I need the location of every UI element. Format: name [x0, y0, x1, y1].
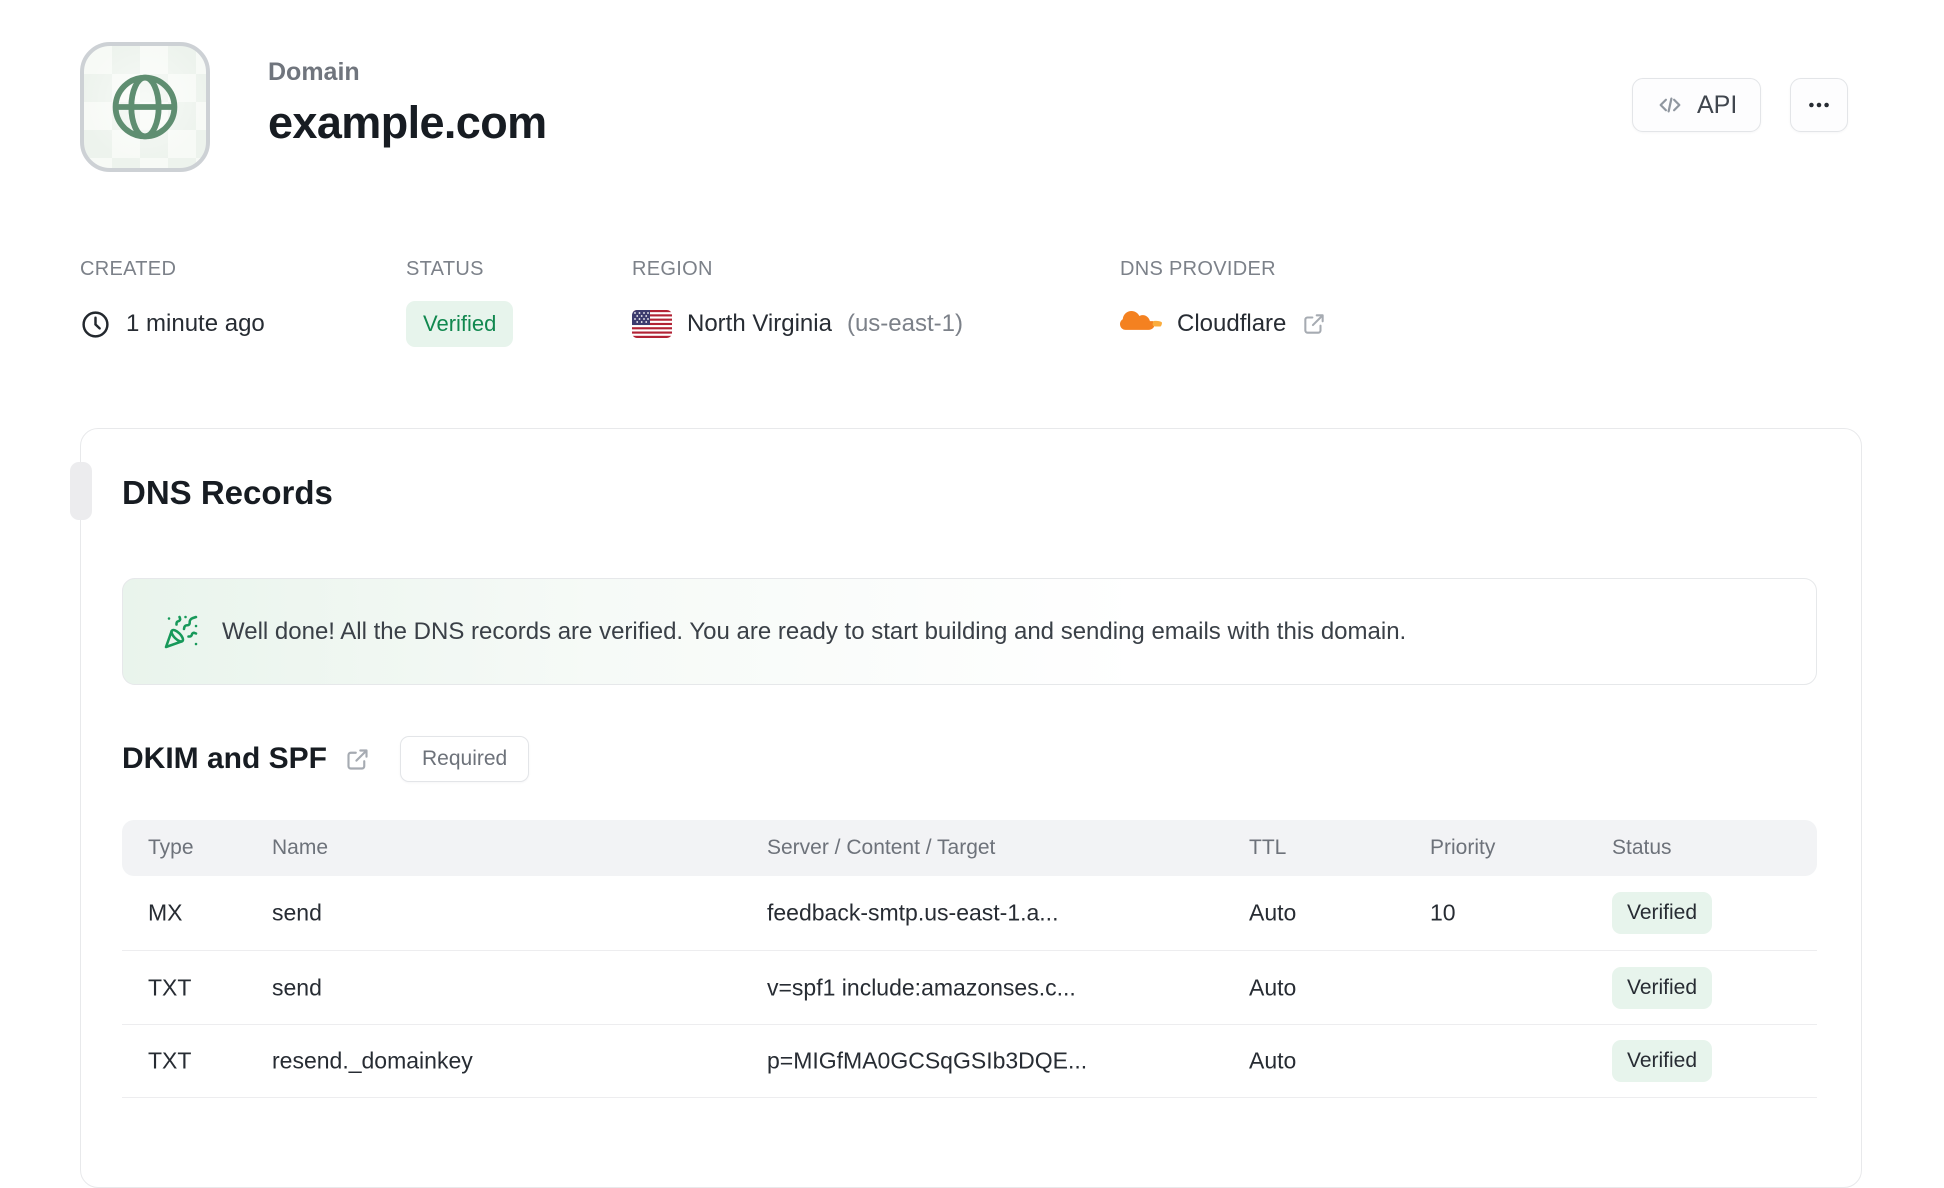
cell-name: send — [272, 974, 322, 1000]
header-status: Status — [1612, 836, 1672, 859]
table-header-row: Type Name Server / Content / Target TTL … — [122, 820, 1817, 876]
dkim-spf-title: DKIM and SPF — [122, 742, 328, 775]
cell-name: send — [272, 899, 322, 926]
cell-content: p=MIGfMA0GCSqGSIb3DQE... — [767, 1047, 1088, 1074]
cell-ttl: Auto — [1249, 899, 1297, 926]
region-name: North Virginia — [687, 310, 832, 337]
api-button[interactable]: API — [1632, 78, 1762, 132]
status-badge: Verified — [406, 301, 514, 347]
cell-ttl: Auto — [1249, 1047, 1297, 1074]
ellipsis-icon — [1809, 102, 1830, 108]
region-code: (us-east-1) — [846, 310, 963, 337]
dns-provider-label: DNS PROVIDER — [1120, 258, 1276, 280]
header-text: Domain example.com — [268, 58, 547, 149]
dns-provider-value: Cloudflare — [1120, 302, 1327, 346]
domain-details-page: { "header": { "label": "Domain", "title"… — [0, 0, 1944, 1188]
page-kind-label: Domain — [268, 58, 360, 86]
us-flag-icon — [632, 310, 672, 338]
table-row[interactable]: TXT resend._domainkey p=MIGfMA0GCSqGSIb3… — [122, 1024, 1817, 1098]
dns-records-title: DNS Records — [122, 474, 333, 511]
row-status-badge: Verified — [1612, 892, 1713, 934]
code-icon — [1659, 97, 1681, 113]
status-value: Verified — [406, 301, 514, 347]
meta-dns-provider: DNS PROVIDER Cloudflare — [1120, 258, 1327, 346]
page-title: example.com — [268, 97, 547, 148]
region-label: REGION — [632, 258, 713, 280]
cloudflare-icon — [1120, 311, 1162, 330]
section-marker — [70, 462, 92, 520]
cell-type: TXT — [148, 1047, 192, 1074]
api-button-label: API — [1697, 90, 1738, 119]
row-status-badge: Verified — [1612, 966, 1713, 1009]
row-status-badge: Verified — [1612, 1040, 1713, 1082]
header-content: Server / Content / Target — [767, 836, 996, 859]
cell-name: resend._domainkey — [272, 1047, 473, 1074]
header-actions: API — [1632, 78, 1849, 132]
domain-icon-tile — [80, 42, 210, 172]
external-link-icon[interactable] — [1301, 311, 1327, 337]
verified-banner: Well done! All the DNS records are verif… — [122, 578, 1817, 685]
meta-region: REGION North Virginia (us-east-1) — [632, 258, 963, 346]
cell-ttl: Auto — [1249, 974, 1297, 1000]
dkim-spf-section-head: DKIM and SPF Required — [122, 736, 530, 782]
more-button[interactable] — [1790, 78, 1849, 132]
dns-provider-name: Cloudflare — [1177, 310, 1287, 337]
header-type: Type — [148, 836, 194, 859]
banner-message: Well done! All the DNS records are verif… — [222, 617, 1407, 645]
created-label: CREATED — [80, 258, 177, 280]
table-row[interactable]: TXT send v=spf1 include:amazonses.c... A… — [122, 950, 1817, 1024]
header-name: Name — [272, 836, 329, 859]
region-value: North Virginia (us-east-1) — [632, 302, 963, 346]
created-text: 1 minute ago — [126, 310, 265, 337]
cell-content: feedback-smtp.us-east-1.a... — [767, 899, 1059, 926]
meta-status: STATUS Verified — [406, 258, 514, 347]
status-label: STATUS — [406, 258, 484, 280]
cell-priority: 10 — [1430, 899, 1456, 926]
cell-type: MX — [148, 899, 183, 926]
required-badge: Required — [400, 736, 530, 782]
cell-type: TXT — [148, 974, 192, 1000]
globe-icon — [112, 74, 178, 140]
header-priority: Priority — [1430, 836, 1496, 859]
party-popper-icon — [164, 615, 198, 648]
created-value: 1 minute ago — [80, 302, 265, 346]
cell-content: v=spf1 include:amazonses.c... — [767, 974, 1076, 1000]
dns-records-table: Type Name Server / Content / Target TTL … — [122, 820, 1817, 1098]
meta-created: CREATED 1 minute ago — [80, 258, 265, 346]
header-ttl: TTL — [1249, 836, 1287, 859]
external-link-icon[interactable] — [344, 746, 371, 773]
clock-icon — [82, 310, 109, 338]
table-row[interactable]: MX send feedback-smtp.us-east-1.a... Aut… — [122, 876, 1817, 950]
